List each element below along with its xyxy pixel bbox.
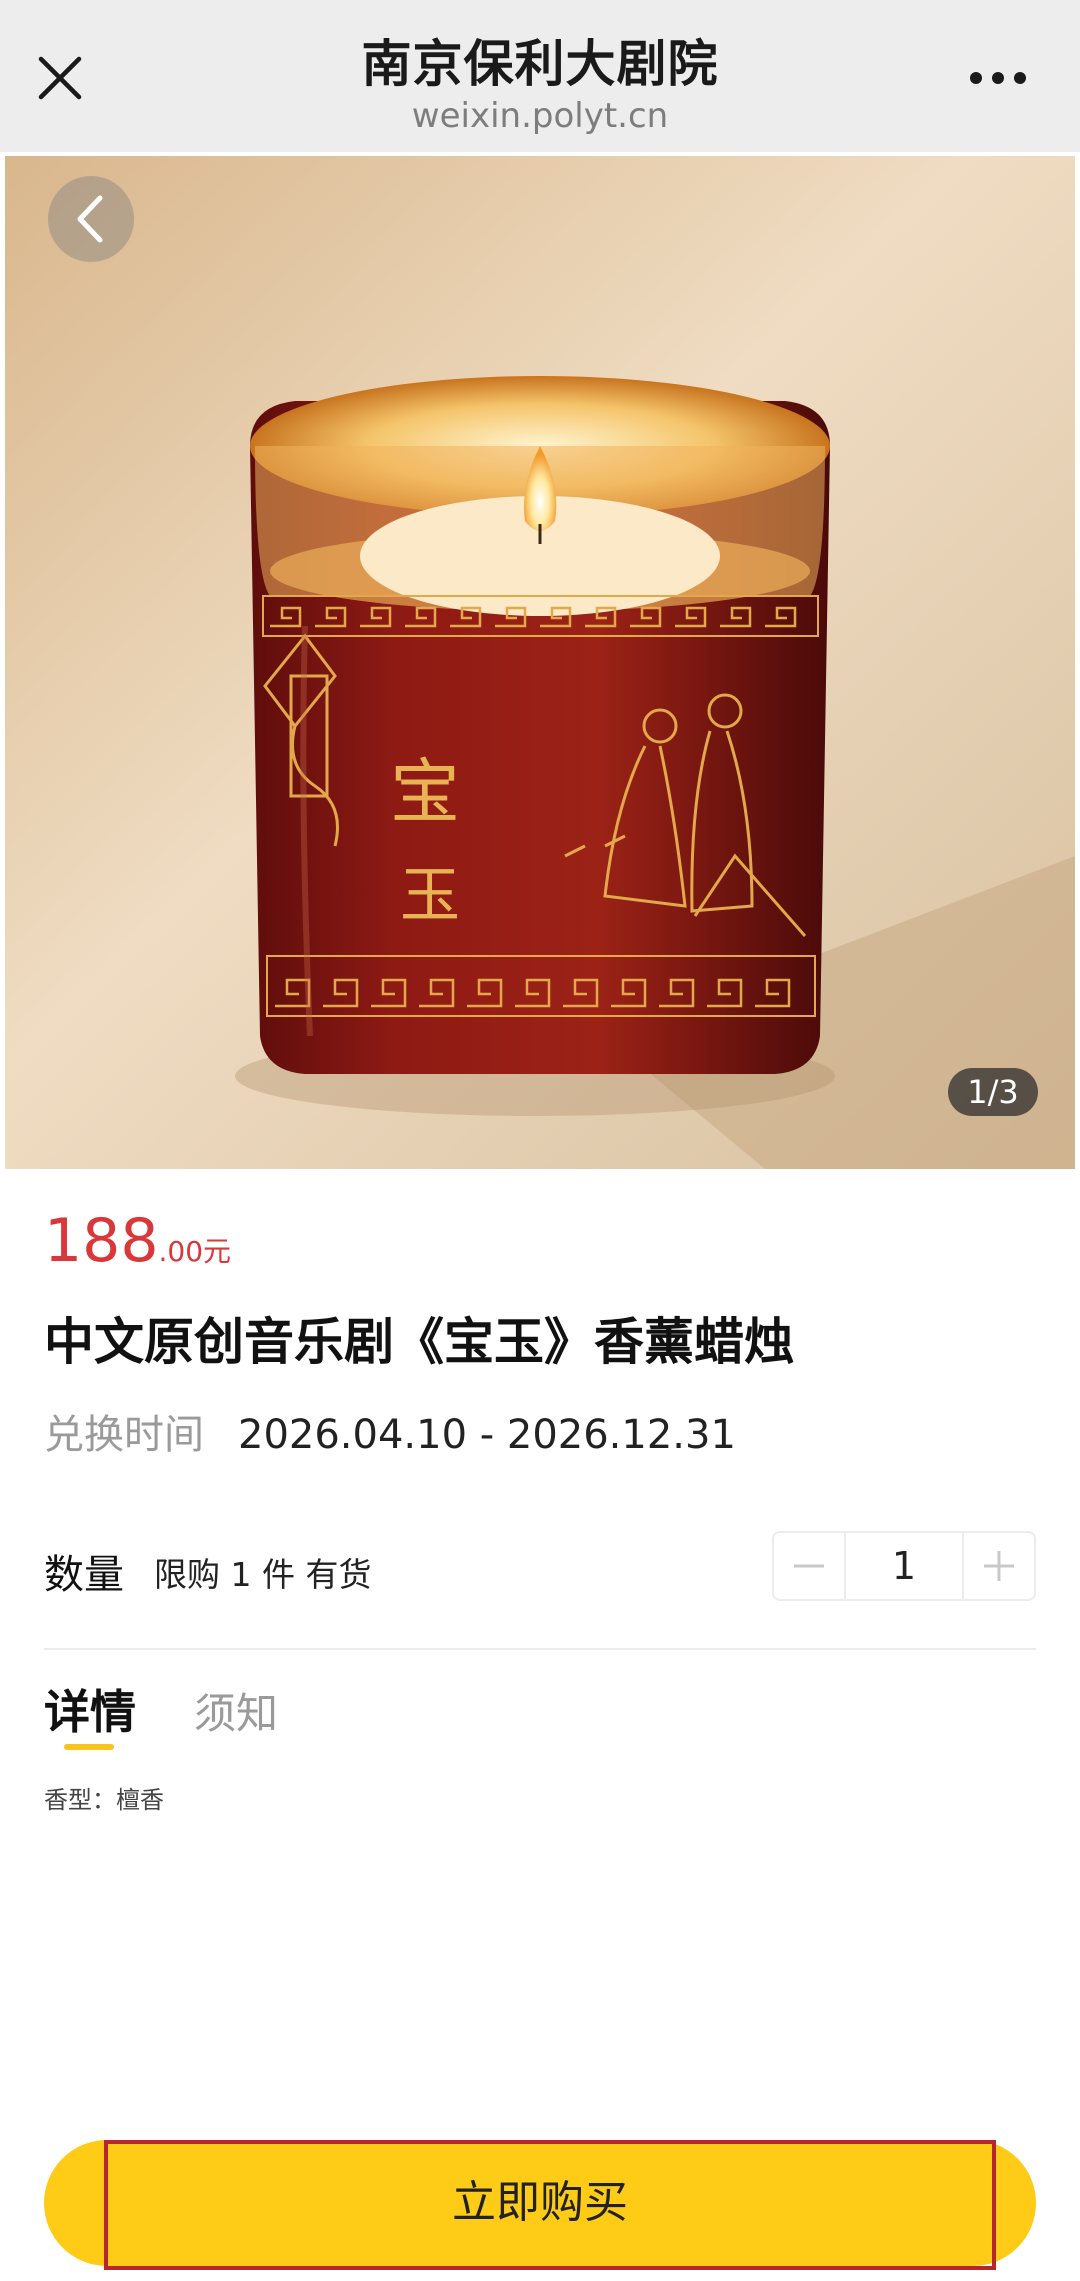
minus-button[interactable] xyxy=(774,1533,846,1599)
buy-button-highlight xyxy=(104,2140,996,2270)
minus-icon xyxy=(794,1564,824,1568)
active-tab-indicator xyxy=(64,1744,114,1750)
quantity-value[interactable]: 1 xyxy=(846,1533,962,1599)
price-decimal: .00元 xyxy=(158,1235,232,1268)
quantity-stepper: 1 xyxy=(772,1531,1036,1601)
quantity-label: 数量 xyxy=(44,1552,124,1598)
plus-icon xyxy=(984,1551,1014,1581)
divider xyxy=(44,1648,1036,1650)
top-bar: 南京保利大剧院 weixin.polyt.cn xyxy=(0,0,1080,152)
back-button[interactable] xyxy=(48,176,134,262)
site-domain: weixin.polyt.cn xyxy=(411,96,669,136)
svg-text:玉: 玉 xyxy=(400,861,460,931)
svg-text:宝: 宝 xyxy=(390,751,460,833)
more-dots-icon[interactable] xyxy=(968,64,1028,92)
quantity-limit: 限购 1 件 有货 xyxy=(154,1555,372,1594)
price-integer: 188 xyxy=(44,1206,159,1276)
redeem-range: 2026.04.10 - 2026.12.31 xyxy=(238,1412,736,1458)
tab-notice[interactable]: 须知 xyxy=(194,1680,278,1741)
price: 188.00元 xyxy=(44,1206,231,1276)
redeem-period: 兑换时间 2026.04.10 - 2026.12.31 xyxy=(44,1402,736,1460)
plus-button[interactable] xyxy=(962,1533,1034,1599)
product-image[interactable]: 宝 玉 xyxy=(5,156,1075,1169)
product-title: 中文原创音乐剧《宝玉》香薰蜡烛 xyxy=(44,1313,794,1371)
tab-detail[interactable]: 详情 xyxy=(44,1676,136,1742)
detail-scent: 香型：檀香 xyxy=(44,1786,164,1814)
redeem-label: 兑换时间 xyxy=(44,1412,204,1458)
image-pager: 1/3 xyxy=(948,1068,1038,1116)
chevron-left-icon xyxy=(77,195,103,243)
page-title: 南京保利大剧院 xyxy=(361,35,719,93)
